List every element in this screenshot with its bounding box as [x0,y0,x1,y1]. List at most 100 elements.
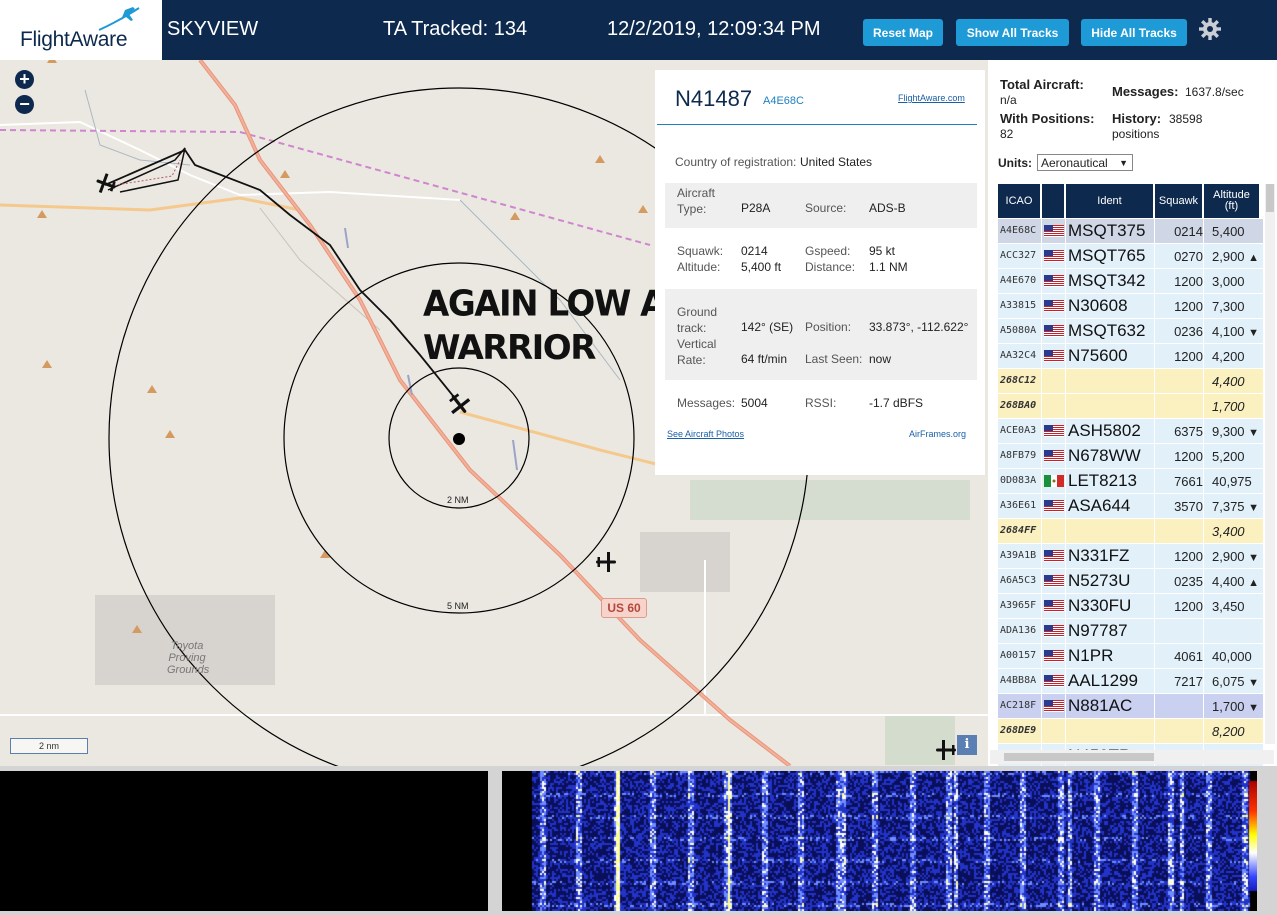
squawk-cell: 0214 [1174,224,1203,239]
table-row[interactable]: A3965F N330FU 1200 3,450 [998,594,1263,618]
scrollbar-thumb[interactable] [1004,753,1154,761]
messages-label: Messages: [677,396,736,410]
icao-cell: ACC327 [1000,250,1037,261]
gear-icon[interactable] [1198,17,1222,41]
table-row[interactable]: 268C12 4,400 [998,369,1263,393]
cell-divider [1041,219,1042,243]
aircraft-detail-panel: N41487 A4E68C FlightAware.com Country of… [655,70,985,475]
squawk-cell: 7661 [1174,474,1203,489]
col-icao[interactable]: ICAO [998,184,1040,218]
area-label-line: Proving [168,652,206,664]
table-row[interactable]: AC218F N881AC 1,700 ▼ [998,694,1263,718]
altitude-value: 6,075 [1212,674,1245,689]
table-row[interactable]: A36E61 ASA644 3570 7,375 ▼ [998,494,1263,518]
ident-cell: N678WW [1068,446,1141,465]
ident-cell: MSQT632 [1068,321,1146,340]
icao-cell: AA32C4 [1000,350,1037,361]
units-select[interactable]: Aeronautical ▼ [1037,154,1133,171]
aircraft-icon[interactable] [94,172,118,196]
last-seen-label: Last Seen: [805,352,863,366]
cell-divider [1154,544,1155,568]
icao-cell: A39A1B [1000,550,1037,561]
us-flag-icon [1044,275,1064,287]
aircraft-icon[interactable] [934,738,958,762]
table-row[interactable]: ADA136 N97787 [998,619,1263,643]
table-row[interactable]: A6A5C3 N5273U 0235 4,400 ▲ [998,569,1263,593]
altitude-cell: 8,200 [1205,724,1261,739]
altitude-value: 4,400 [1212,374,1245,389]
table-row[interactable]: 0D083ALET8213766140,975 ▲ [998,469,1263,504]
last-seen-value: now [869,352,892,366]
altitude-cell: 6,075 ▼ [1205,674,1261,689]
cell-divider [1041,394,1042,418]
col-ident[interactable]: Ident [1066,184,1153,218]
horizontal-scrollbar[interactable] [990,750,1274,764]
cell-divider [1154,269,1155,293]
ground-track-label: Ground track: [677,305,718,335]
squawk-cell: 1200 [1174,449,1203,464]
top-bar: FlightAware SKYVIEW TA Tracked: 134 12/2… [0,0,1277,60]
us-flag-icon [1044,300,1064,312]
hide-all-tracks-button[interactable]: Hide All Tracks [1081,19,1187,46]
cell-divider [1154,319,1155,343]
altitude-value: 7,300 [1212,299,1245,314]
source-label: Source: [805,201,847,215]
table-row[interactable]: A4BB8A AAL1299 7217 6,075 ▼ [998,669,1263,693]
table-row[interactable]: A4E68C MSQT375 0214 5,400 [998,219,1263,243]
table-row[interactable]: A4E670 MSQT342 1200 3,000 [998,269,1263,293]
us-flag-icon [1044,550,1064,562]
altitude-value: 3,400 [1212,524,1245,539]
info-button[interactable]: i [957,735,977,755]
cell-divider [1065,269,1066,293]
table-row[interactable]: A39A1B N331FZ 1200 2,900 ▼ [998,544,1263,568]
cell-divider [1065,694,1066,718]
squawk-cell: 1200 [1174,274,1203,289]
cell-divider [1203,219,1204,243]
table-row[interactable]: A8FB79 N678WW 1200 5,200 [998,444,1263,468]
table-row[interactable]: ACC327 MSQT765 0270 2,900 ▲ [998,244,1263,268]
squawk-cell: 7217 [1174,674,1203,689]
us-flag-icon [1044,425,1064,437]
altitude-cell: 1,700 ▼ [1205,699,1261,714]
us-flag-icon [1044,350,1064,362]
table-row[interactable]: A00157 N1PR 4061 40,000 [998,644,1263,668]
aircraft-photos-link[interactable]: See Aircraft Photos [667,429,744,439]
waterfall-spectrogram [502,771,1257,911]
show-all-tracks-button[interactable]: Show All Tracks [956,19,1069,46]
cell-divider [1041,369,1042,393]
selected-aircraft-icon[interactable] [446,391,472,417]
table-row[interactable]: 268DE9 8,200 [998,719,1263,743]
icao-cell: A3965F [1000,600,1037,611]
altitude-value: 7,375 [1212,499,1245,514]
col-flag[interactable] [1042,184,1064,218]
trend-arrow-icon: ▲ [1248,252,1260,264]
table-row[interactable]: 268BA0 1,700 [998,394,1263,418]
col-altitude[interactable]: Altitude (ft) [1204,184,1259,218]
aircraft-icon[interactable] [594,550,618,574]
table-row[interactable]: 2684FF 3,400 [998,519,1263,543]
reset-map-button[interactable]: Reset Map [863,19,943,46]
col-squawk[interactable]: Squawk [1155,184,1202,218]
table-row[interactable]: A33815 N30608 1200 7,300 [998,294,1263,318]
airframes-link[interactable]: AirFrames.org [909,429,966,439]
table-row[interactable]: A5080A MSQT632 0236 4,100 ▼ [998,319,1263,343]
scrollbar-thumb[interactable] [1266,184,1274,212]
gspeed-value: 95 kt [869,244,896,258]
flightaware-link[interactable]: FlightAware.com [898,93,965,103]
cell-divider [1154,519,1155,543]
zoom-in-button[interactable]: + [15,70,34,89]
flightaware-logo[interactable]: FlightAware [0,0,162,60]
icao-cell: 268DE9 [1000,725,1037,736]
cell-divider [1065,594,1066,618]
zoom-out-button[interactable]: − [15,95,34,114]
table-row[interactable]: ACE0A3 ASH5802 6375 9,300 ▼ [998,419,1263,443]
cell-divider [1041,419,1042,443]
cell-divider [1065,644,1066,668]
table-row[interactable]: AA32C4 N75600 1200 4,200 [998,344,1263,368]
ident-cell: LET8213 [1068,471,1137,490]
cell-divider [1041,719,1042,743]
altitude-value: 5,200 [1212,449,1245,464]
cell-divider [1154,494,1155,518]
cell-divider [1041,294,1042,318]
vertical-scrollbar[interactable] [1265,184,1275,744]
